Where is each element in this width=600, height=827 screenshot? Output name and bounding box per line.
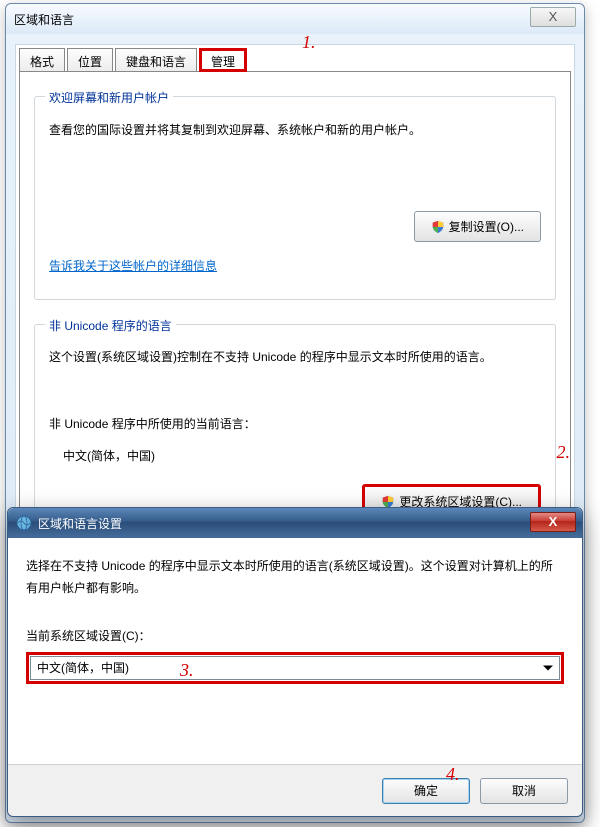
copy-settings-button[interactable]: 复制设置(O)... [414,211,541,242]
tab-location[interactable]: 位置 [67,48,113,72]
annotation-1: 1. [302,32,316,53]
locale-select-label: 当前系统区域设置(C)： [26,627,564,644]
locale-select-value: 中文(简体，中国) [37,661,129,675]
welcome-desc: 查看您的国际设置并将其复制到欢迎屏幕、系统帐户和新的用户帐户。 [49,121,541,140]
current-locale-value: 中文(简体，中国) [63,447,155,464]
cancel-button[interactable]: 取消 [480,778,568,804]
globe-icon [16,515,32,531]
chevron-down-icon [543,666,553,671]
non-unicode-desc: 这个设置(系统区域设置)控制在不支持 Unicode 的程序中显示文本时所使用的… [49,347,541,367]
locale-select[interactable]: 中文(简体，中国) [30,656,560,680]
tab-format[interactable]: 格式 [19,48,65,72]
dialog-title: 区域和语言设置 [38,515,122,532]
tab-keyboard[interactable]: 键盘和语言 [115,48,197,72]
non-unicode-group: 非 Unicode 程序的语言 这个设置(系统区域设置)控制在不支持 Unico… [34,324,556,534]
dialog-close-button[interactable]: X [530,512,576,532]
dialog-body: 选择在不支持 Unicode 的程序中显示文本时所使用的语言(系统区域设置)。这… [8,538,582,764]
non-unicode-title: 非 Unicode 程序的语言 [45,317,176,334]
current-locale-label: 非 Unicode 程序中所使用的当前语言： [49,415,256,432]
annotation-3: 3. [180,660,194,681]
shield-icon [431,220,445,234]
welcome-group: 欢迎屏幕和新用户帐户 查看您的国际设置并将其复制到欢迎屏幕、系统帐户和新的用户帐… [34,96,556,300]
main-titlebar[interactable]: 区域和语言 [6,4,584,34]
locale-settings-dialog: 区域和语言设置 X 选择在不支持 Unicode 的程序中显示文本时所使用的语言… [7,507,583,817]
dialog-footer: 确定 取消 [8,764,582,816]
main-title: 区域和语言 [14,11,74,28]
tab-admin[interactable]: 管理 [199,48,247,72]
main-close-button[interactable]: X [530,7,576,27]
accounts-info-link[interactable]: 告诉我关于这些帐户的详细信息 [49,257,217,274]
copy-settings-label: 复制设置(O)... [449,218,524,235]
locale-select-highlight: 中文(简体，中国) [26,652,564,684]
annotation-4: 4. [446,764,460,785]
tab-strip: 格式 位置 键盘和语言 管理 [19,48,249,72]
dialog-desc: 选择在不支持 Unicode 的程序中显示文本时所使用的语言(系统区域设置)。这… [26,556,564,599]
annotation-2: 2. [557,442,571,463]
welcome-group-title: 欢迎屏幕和新用户帐户 [45,89,173,106]
dialog-titlebar[interactable]: 区域和语言设置 X [8,508,582,538]
